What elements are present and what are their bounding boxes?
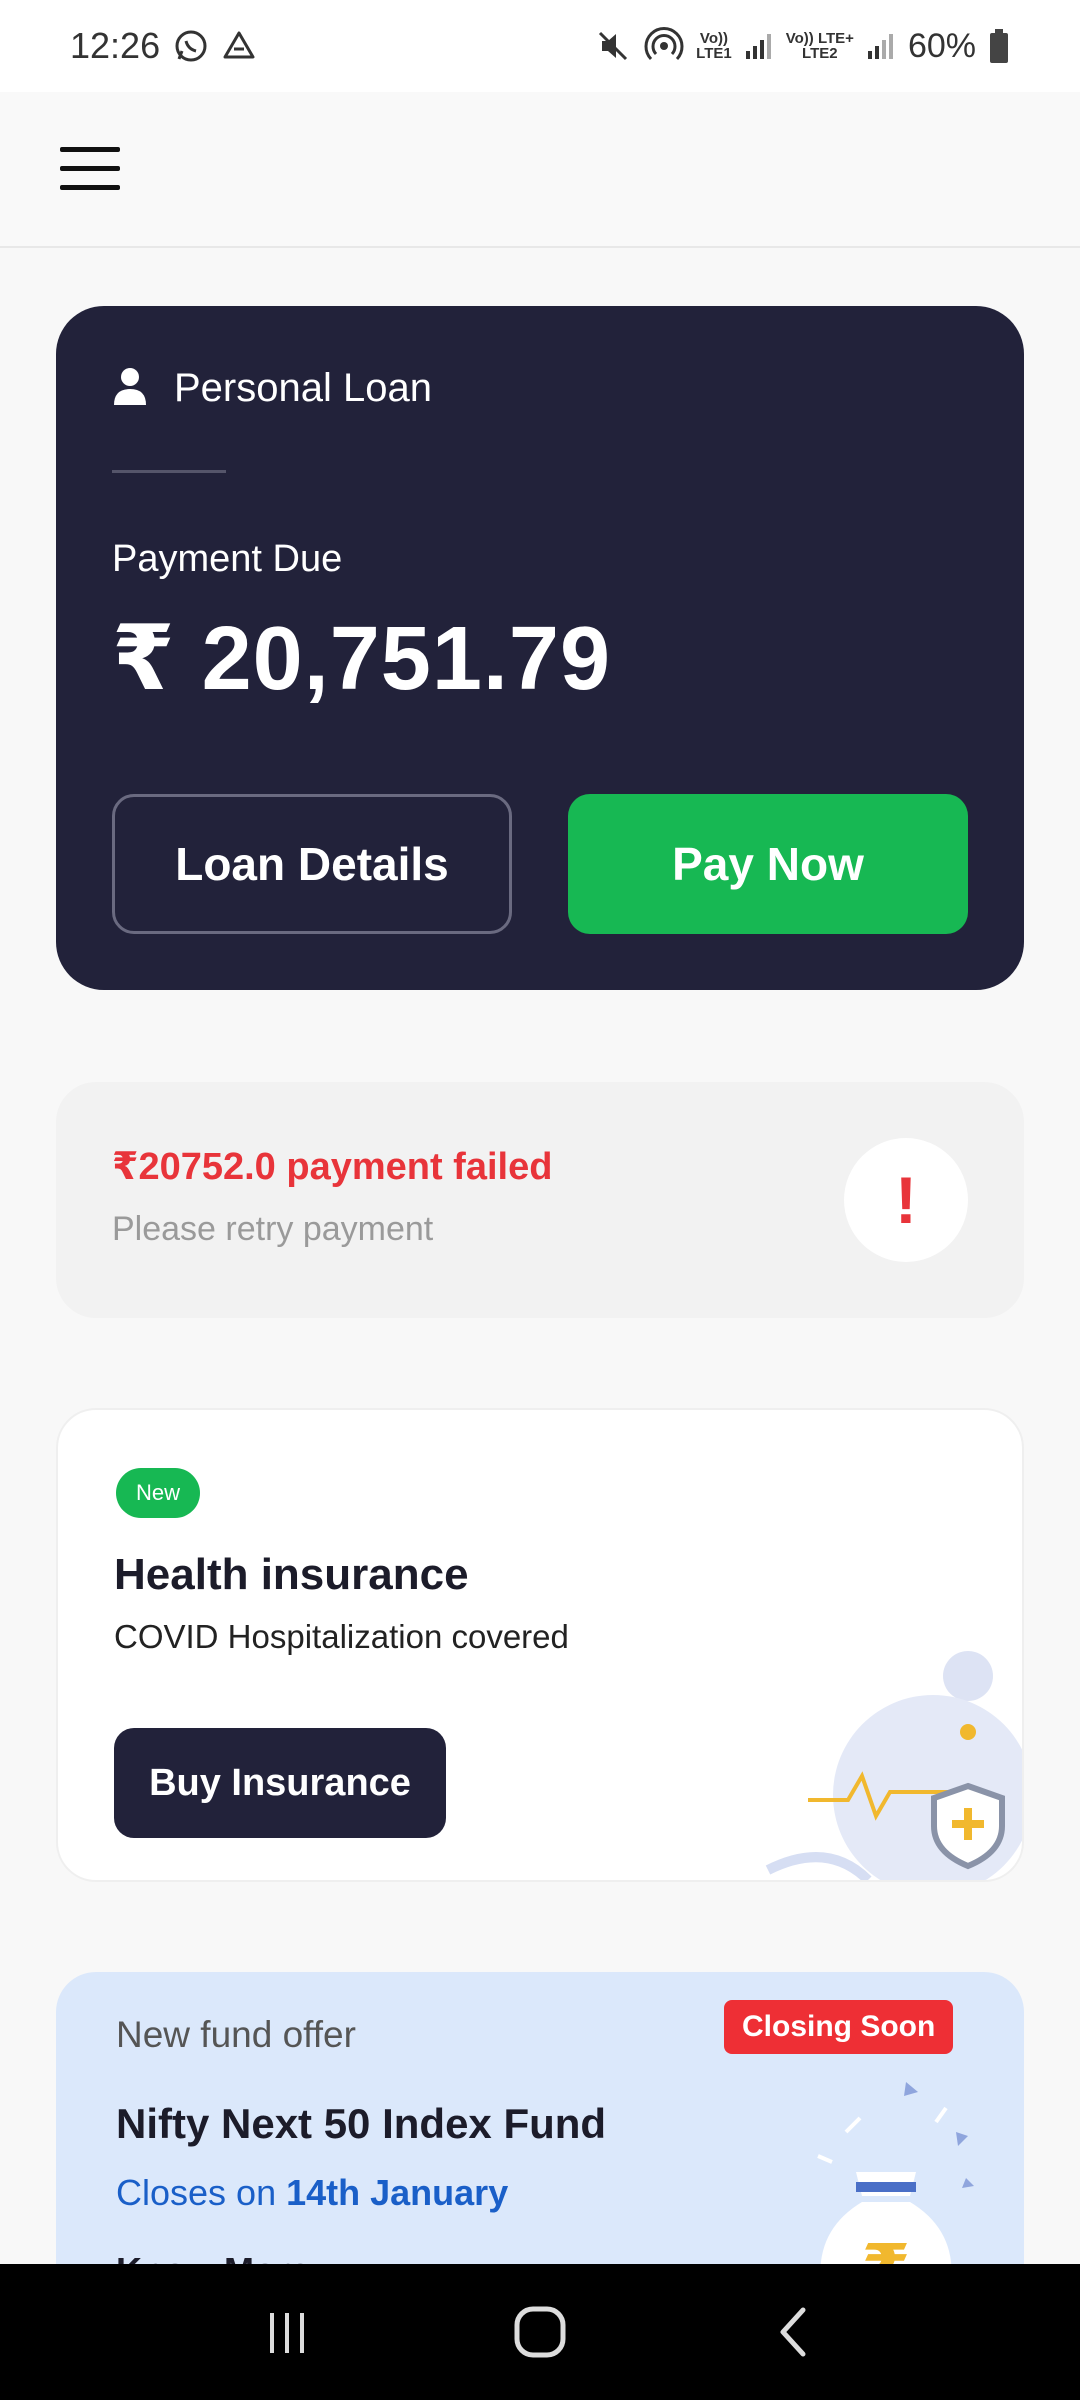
home-icon[interactable] (495, 2287, 585, 2377)
payment-due-amount: ₹ 20,751.79 (112, 609, 612, 709)
signal-icon (744, 31, 774, 61)
status-time: 12:26 (70, 25, 161, 66)
retry-payment-text: Please retry payment (112, 1210, 434, 1248)
sim1-indicator: Vo)) LTE1 (696, 30, 732, 62)
loan-card: Personal Loan Payment Due ₹ 20,751.79 Lo… (56, 306, 1024, 990)
closing-soon-badge: Closing Soon (724, 2000, 954, 2054)
loan-header: Personal Loan (112, 366, 432, 411)
loan-details-button[interactable]: Loan Details (112, 794, 512, 934)
recent-apps-icon[interactable] (242, 2287, 332, 2377)
battery-percent: 60% (907, 26, 976, 65)
payment-failed-card[interactable]: ₹20752.0 payment failed Please retry pay… (56, 1082, 1024, 1318)
fund-offer-label: New fund offer (116, 2014, 356, 2055)
battery-icon (988, 28, 1010, 64)
buy-insurance-button[interactable]: Buy Insurance (114, 1728, 446, 1838)
whatsapp-icon (174, 29, 208, 63)
payment-due-label: Payment Due (112, 538, 343, 580)
user-icon (112, 366, 148, 411)
alert-icon: ! (844, 1138, 968, 1262)
sim2-indicator: Vo)) LTE+ LTE2 (785, 30, 854, 62)
insurance-card: New Health insurance COVID Hospitalizati… (56, 1408, 1024, 1882)
insurance-title: Health insurance (114, 1550, 469, 1599)
divider (112, 470, 226, 473)
system-nav-bar (0, 2264, 1080, 2400)
payment-failed-title: ₹20752.0 payment failed (112, 1146, 553, 1188)
fund-title: Nifty Next 50 Index Fund (116, 2100, 607, 2147)
back-icon[interactable] (748, 2287, 838, 2377)
mute-icon (594, 27, 632, 65)
fund-closing-date: Closes on 14th January (116, 2172, 509, 2213)
app-header (0, 92, 1080, 248)
new-badge: New (116, 1468, 201, 1518)
hotspot-icon (644, 26, 684, 66)
status-bar: 12:26 Vo)) LTE1 Vo)) LTE+ LTE2 60% (0, 0, 1080, 92)
health-shield-illustration (758, 1650, 1022, 1880)
drive-icon (222, 29, 256, 63)
menu-icon[interactable] (60, 147, 120, 193)
loan-title: Personal Loan (174, 366, 432, 410)
pay-now-button[interactable]: Pay Now (568, 794, 968, 934)
insurance-subtitle: COVID Hospitalization covered (114, 1618, 569, 1655)
signal-icon (866, 31, 896, 61)
